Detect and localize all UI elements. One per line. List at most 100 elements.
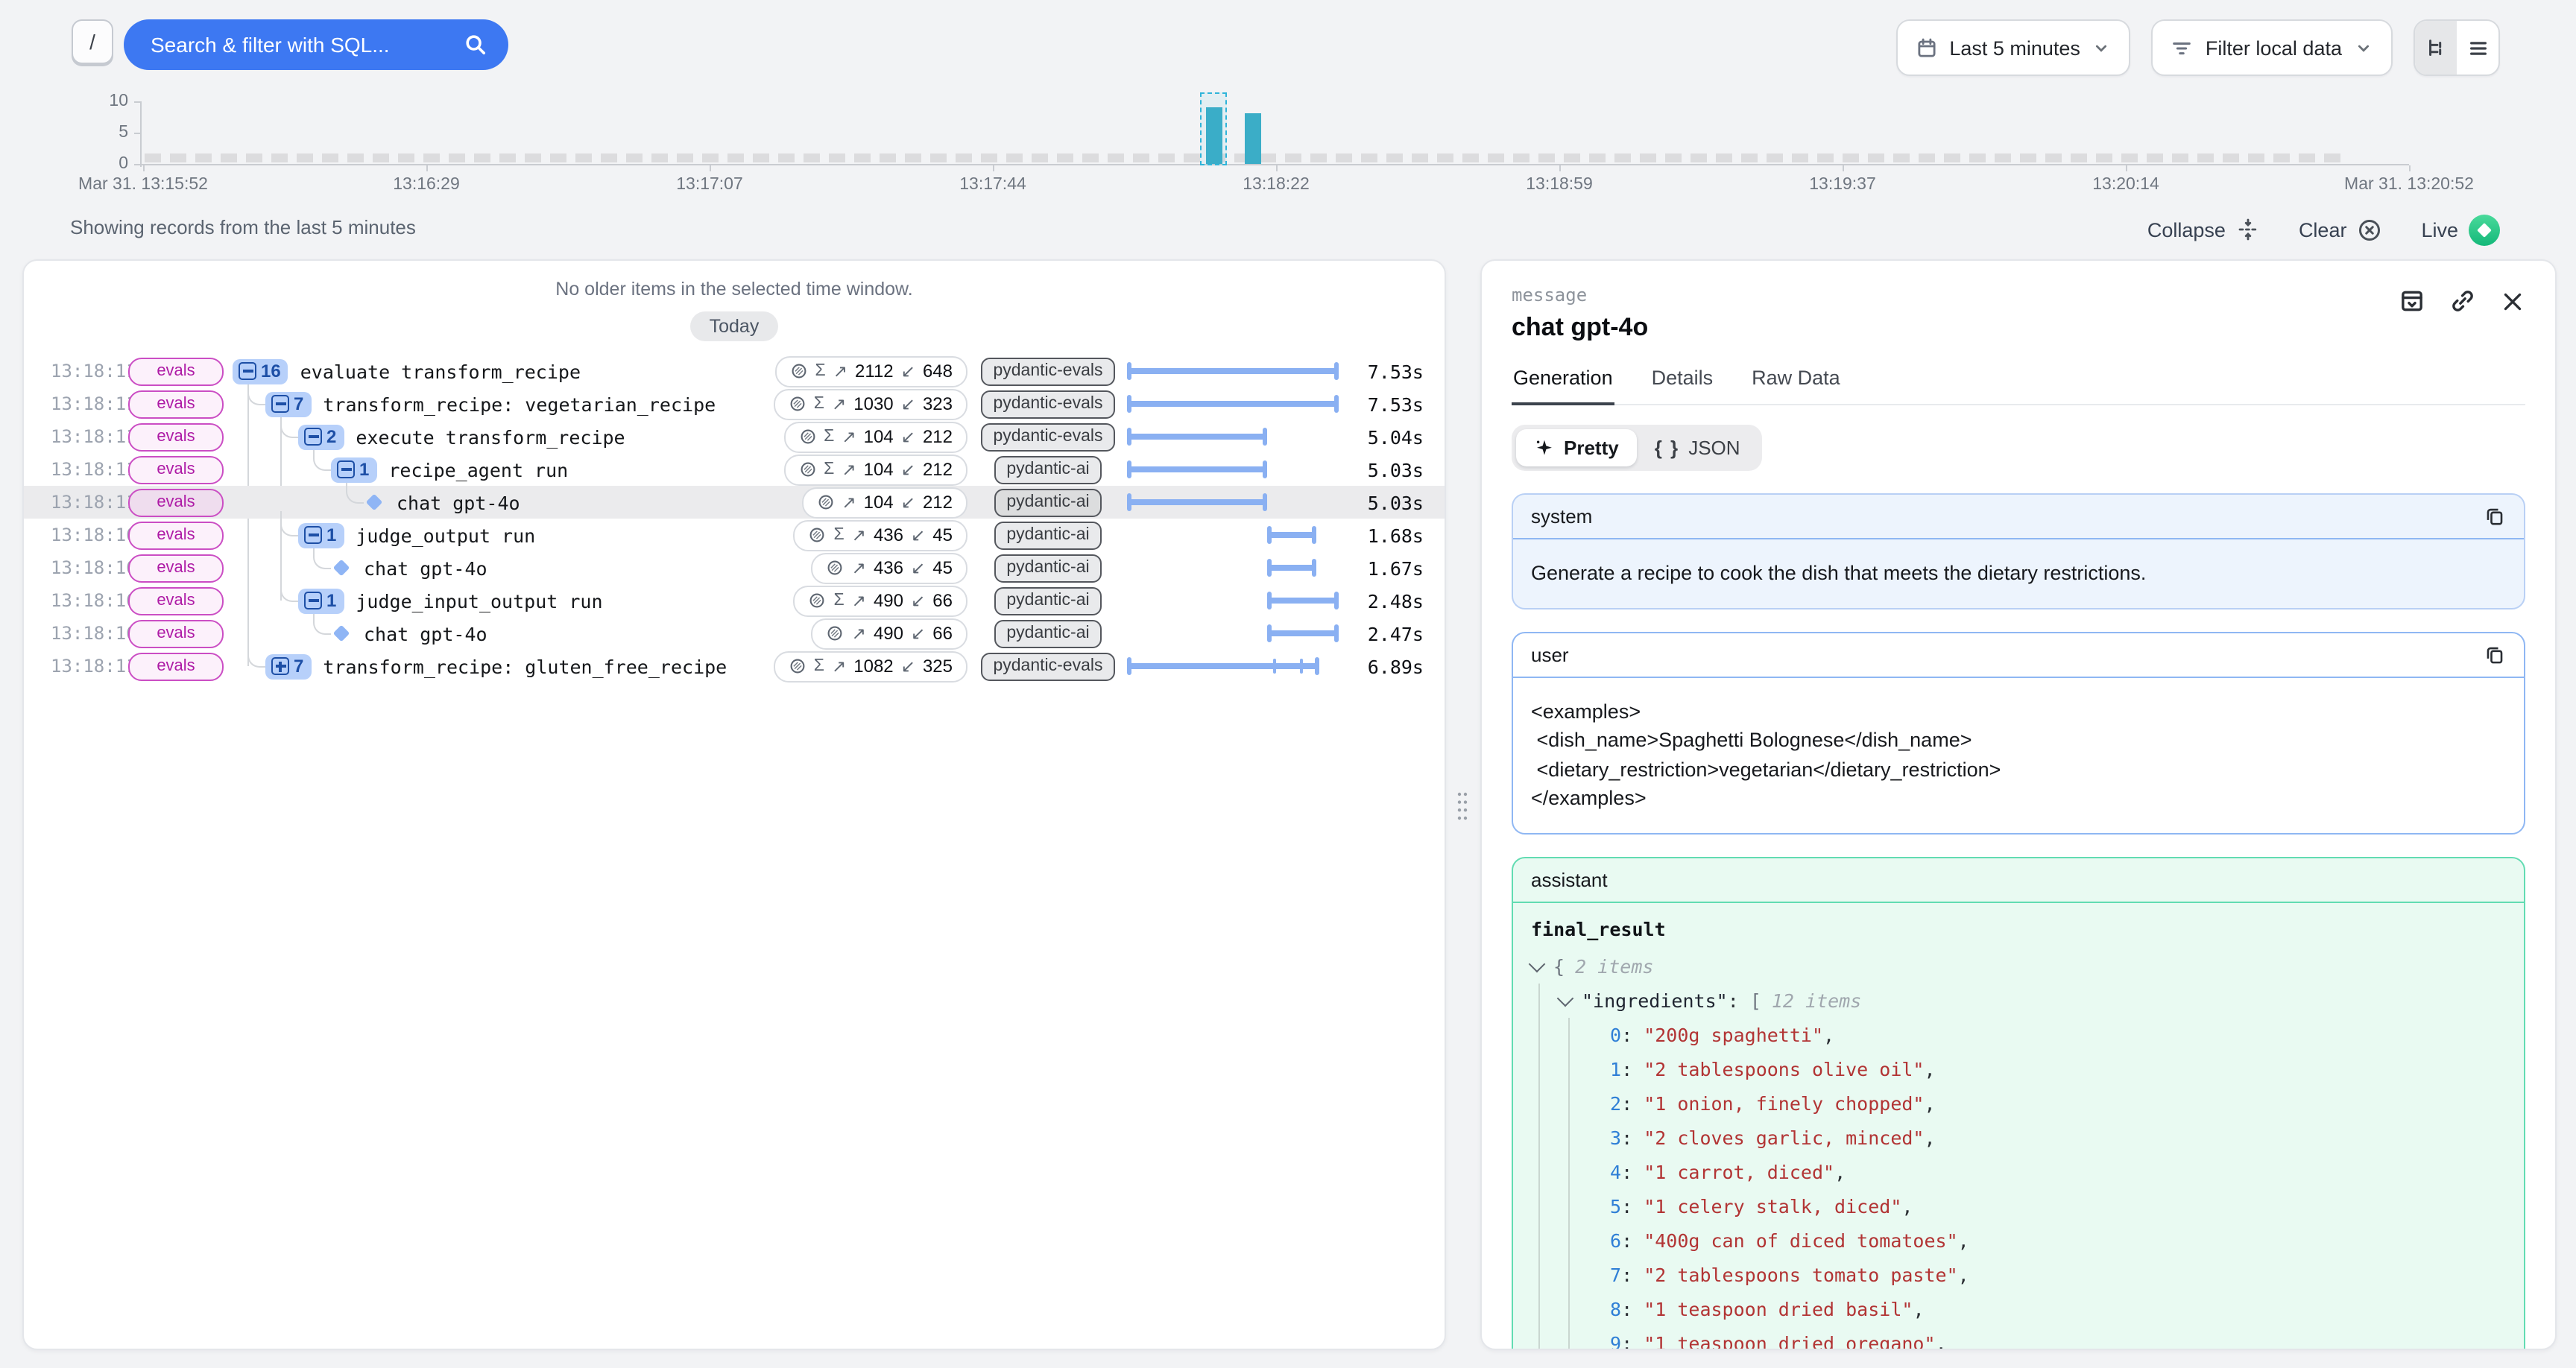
sigma-total-icon: Σ — [824, 428, 834, 446]
output-tokens-count: 325 — [923, 656, 953, 677]
x-axis-tick — [2126, 165, 2127, 171]
json-array-item: 9: "1 teaspoon dried oregano", — [1610, 1326, 2506, 1349]
input-tokens-count: 104 — [864, 492, 894, 513]
x-axis-tick-label: 13:18:59 — [1526, 176, 1593, 194]
span-count: 1 — [359, 459, 369, 480]
copy-icon[interactable] — [2484, 643, 2506, 665]
expand-collapse-badge[interactable]: 7 — [265, 653, 311, 679]
trace-row-label: transform_recipe: gluten_free_recipe — [323, 655, 727, 677]
duration-gantt-bar — [1269, 598, 1337, 604]
json-item-index: 1 — [1610, 1057, 1621, 1080]
today-chip[interactable]: Today — [690, 311, 779, 341]
trace-row-tree-cell: 1recipe_agent run — [233, 453, 705, 486]
instrumentation-tag: pydantic-ai — [994, 488, 1101, 516]
coin-icon — [808, 526, 826, 544]
trace-row[interactable]: 13:18:16evals1judge_output runΣ↗436↙45py… — [24, 519, 1445, 551]
trace-row[interactable]: 13:18:11evals16evaluate transform_recipe… — [24, 355, 1445, 387]
trace-row-label: chat gpt-4o — [364, 622, 487, 645]
json-item-comma: , — [1823, 1023, 1834, 1045]
chevron-down-icon[interactable] — [1529, 955, 1546, 972]
sigma-total-icon: Σ — [824, 460, 834, 478]
duration-gantt-bar — [1128, 663, 1319, 669]
trace-row-tree-cell: 2execute transform_recipe — [233, 420, 705, 453]
sigma-total-icon: Σ — [814, 395, 824, 413]
trace-row[interactable]: 13:18:11evalschat gpt-4o↗104↙212pydantic… — [24, 486, 1445, 519]
json-item-comma: , — [1958, 1263, 1969, 1285]
json-view-button[interactable]: { } JSON — [1637, 429, 1758, 466]
tree-elbow-connector — [247, 380, 265, 405]
trace-row[interactable]: 13:18:11evals2execute transform_recipeΣ↗… — [24, 420, 1445, 453]
trace-row-tokens-cell: Σ↗490↙66 — [714, 585, 967, 616]
json-array-item: 5: "1 celery stalk, diced", — [1610, 1188, 2506, 1223]
json-root-brace: { — [1553, 954, 1565, 977]
x-axis-tick-label: Mar 31. 13:20:52 — [2344, 176, 2474, 194]
output-tokens-count: 45 — [932, 525, 953, 545]
user-message-header: user — [1513, 633, 2524, 677]
trace-row[interactable]: 13:18:16evalschat gpt-4o↗436↙45pydantic-… — [24, 551, 1445, 584]
detail-header: message chat gpt-4o — [1512, 285, 2525, 343]
tab-generation[interactable]: Generation — [1512, 367, 1614, 405]
trace-row-timestamp: 13:18:11 — [51, 656, 119, 677]
input-tokens-count: 104 — [864, 459, 894, 480]
json-array-count: 12 items — [1772, 989, 1861, 1011]
token-usage-pill: ↗490↙66 — [812, 618, 967, 649]
output-tokens-count: 66 — [932, 623, 953, 644]
trace-row-tag-cell: pydantic-evals — [976, 652, 1120, 680]
panel-resize-grip[interactable] — [1452, 787, 1471, 826]
expand-collapse-badge[interactable]: 1 — [331, 457, 376, 482]
copy-icon[interactable] — [2484, 505, 2506, 528]
trace-row-label: transform_recipe: vegetarian_recipe — [323, 393, 716, 415]
archive-box-icon[interactable] — [2399, 288, 2425, 314]
record-kind-label: message — [1512, 285, 1648, 305]
x-axis-tick-label: Mar 31. 13:15:52 — [78, 176, 208, 194]
trace-row-tag-cell: pydantic-evals — [976, 390, 1120, 418]
list-view-button[interactable] — [2457, 21, 2498, 75]
close-icon[interactable] — [2500, 288, 2525, 314]
y-axis-tick — [134, 133, 142, 134]
collapse-button[interactable]: Collapse — [2147, 218, 2260, 241]
tree-view-button[interactable] — [2415, 21, 2457, 75]
trace-row[interactable]: 13:18:16evalschat gpt-4o↗490↙66pydantic-… — [24, 617, 1445, 650]
expand-collapse-badge[interactable]: 7 — [265, 391, 311, 417]
filter-local-data-button[interactable]: Filter local data — [2152, 19, 2393, 76]
search-button[interactable]: Search & filter with SQL... — [124, 19, 508, 70]
record-title: chat gpt-4o — [1512, 313, 1648, 343]
input-tokens-arrow-icon: ↗ — [832, 393, 846, 414]
trace-row-gantt-cell — [1128, 617, 1337, 650]
live-toggle-button[interactable]: Live — [2421, 214, 2500, 245]
expand-collapse-badge[interactable]: 2 — [298, 424, 344, 449]
clear-circle-x-icon — [2357, 217, 2382, 242]
input-tokens-arrow-icon: ↗ — [842, 426, 856, 447]
input-tokens-arrow-icon: ↗ — [842, 492, 856, 513]
search-button-label: Search & filter with SQL... — [151, 33, 390, 57]
expand-collapse-badge[interactable]: 1 — [298, 588, 344, 613]
json-item-string: "200g spaghetti" — [1644, 1023, 1823, 1045]
expand-collapse-badge[interactable]: 16 — [233, 358, 288, 384]
evals-badge: evals — [128, 455, 224, 484]
pretty-view-button[interactable]: Pretty — [1516, 429, 1637, 466]
trace-row[interactable]: 13:18:11evals7transform_recipe: vegetari… — [24, 387, 1445, 420]
copy-link-icon[interactable] — [2449, 288, 2476, 314]
chevron-down-icon[interactable] — [1557, 989, 1574, 1007]
trace-row[interactable]: 13:18:11evals1recipe_agent runΣ↗104↙212p… — [24, 453, 1445, 486]
message-list: systemGenerate a recipe to cook the dish… — [1512, 493, 2525, 1349]
trace-row-timestamp: 13:18:11 — [51, 459, 119, 480]
user-message-card: user<examples> <dish_name>Spaghetti Bolo… — [1512, 631, 2525, 834]
trace-row-label: judge_input_output run — [356, 589, 602, 612]
sparkle-icon — [1534, 437, 1555, 458]
trace-row-gantt-cell — [1128, 453, 1337, 486]
tab-raw-data[interactable]: Raw Data — [1750, 367, 1842, 404]
histogram-bar[interactable] — [1244, 114, 1260, 164]
trace-row-label: chat gpt-4o — [364, 557, 487, 579]
tab-details[interactable]: Details — [1650, 367, 1715, 404]
time-range-button[interactable]: Last 5 minutes — [1895, 19, 2131, 76]
trace-row[interactable]: 13:18:11 evals 7 transform_recipe: gluten_f… — [24, 650, 1445, 683]
no-older-items-notice: No older items in the selected time wind… — [24, 279, 1445, 300]
trace-row-gantt-cell — [1128, 519, 1337, 551]
evals-badge: evals — [128, 652, 224, 680]
trace-row-tag-cell: pydantic-evals — [976, 422, 1120, 451]
expand-collapse-badge[interactable]: 1 — [298, 522, 344, 548]
clear-button[interactable]: Clear — [2299, 217, 2383, 242]
trace-row[interactable]: 13:18:16evals1judge_input_output runΣ↗49… — [24, 584, 1445, 617]
trace-row-tokens-cell: Σ↗1082↙325 — [714, 650, 967, 682]
